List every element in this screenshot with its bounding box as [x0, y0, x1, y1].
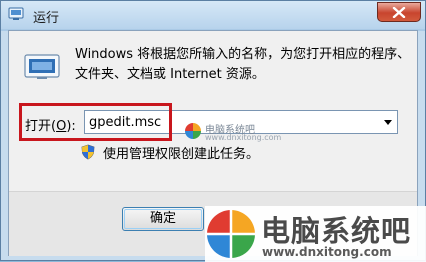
run-app-icon	[8, 7, 24, 20]
admin-note-text: 使用管理权限创建此任务。	[103, 147, 260, 162]
red-highlight-box	[19, 103, 172, 141]
title-bar[interactable]: 运行	[1, 1, 425, 29]
window-title: 运行	[33, 11, 60, 26]
watermark-big-name: 电脑系统吧	[261, 214, 412, 248]
close-icon	[392, 7, 406, 18]
chevron-down-icon[interactable]	[384, 120, 392, 125]
watermark-small: 电脑系统吧 www.dnxitong.com	[185, 121, 281, 145]
ok-button[interactable]: 确定	[122, 207, 204, 231]
run-program-icon	[24, 54, 60, 79]
run-dialog-window: 运行 Windows 将根据您所输入的名称，为您打开相应的程序、 文件夹、文档或…	[0, 0, 426, 262]
watermark-small-url: www.dnxitong.com	[205, 133, 282, 142]
watermark-big-logo-icon	[207, 210, 255, 258]
watermark-big-url: www.dnxitong.com	[262, 245, 392, 259]
ok-button-label: 确定	[149, 211, 176, 226]
watermark-logo-icon	[185, 123, 201, 139]
close-button[interactable]	[377, 2, 421, 22]
description-line-2: 文件夹、文档或 Internet 资源。	[75, 67, 265, 82]
watermark-big: 电脑系统吧 www.dnxitong.com	[205, 206, 426, 262]
admin-privilege-note: 使用管理权限创建此任务。	[75, 143, 259, 162]
description-line-1: Windows 将根据您所输入的名称，为您打开相应的程序、	[75, 47, 411, 62]
dialog-description: Windows 将根据您所输入的名称，为您打开相应的程序、 文件夹、文档或 In…	[75, 45, 411, 85]
